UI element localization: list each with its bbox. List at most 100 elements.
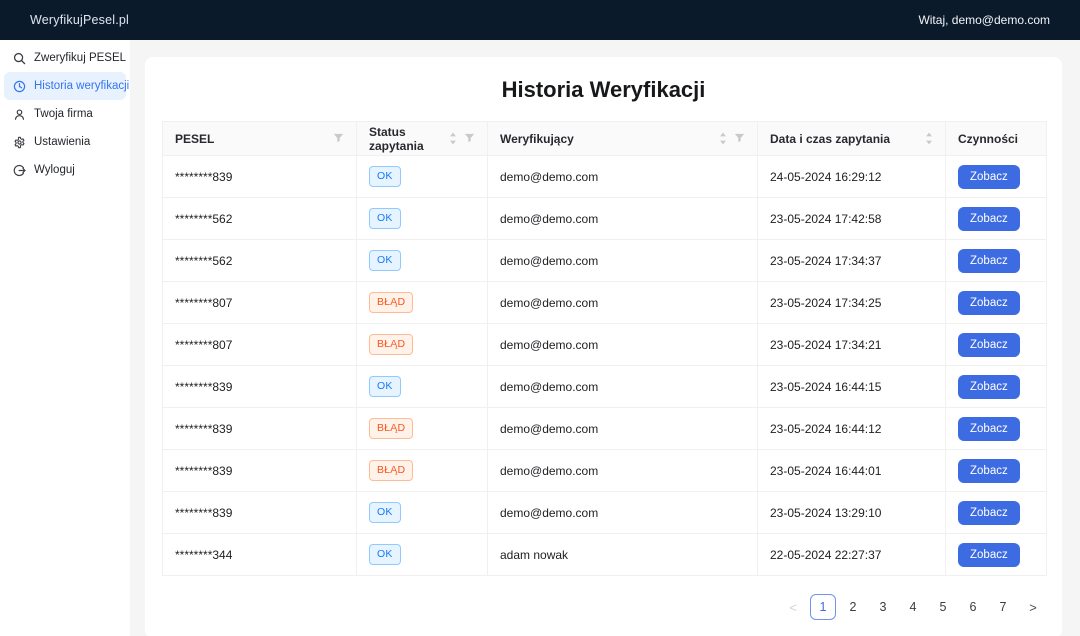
view-button[interactable]: Zobacz: [958, 417, 1020, 441]
pagination-next[interactable]: >: [1020, 594, 1046, 620]
pagination: <1234567>: [162, 594, 1046, 620]
pagination-page-4[interactable]: 4: [900, 594, 926, 620]
pagination-prev[interactable]: <: [780, 594, 806, 620]
column-label: Czynności: [958, 132, 1018, 146]
view-button[interactable]: Zobacz: [958, 291, 1020, 315]
view-button[interactable]: Zobacz: [958, 501, 1020, 525]
verifier-cell: demo@demo.com: [488, 492, 758, 534]
status-badge: OK: [369, 208, 401, 229]
column-header-icons: [719, 132, 745, 145]
company-icon: [13, 108, 26, 121]
datetime-cell: 24-05-2024 16:29:12: [758, 156, 946, 198]
verifier-cell: demo@demo.com: [488, 282, 758, 324]
status-cell: BŁĄD: [357, 450, 488, 492]
column-header-weryfikuja-cy[interactable]: Weryfikujący: [488, 122, 758, 156]
actions-cell: Zobacz: [946, 156, 1047, 198]
status-cell: OK: [357, 156, 488, 198]
sidebar: Zweryfikuj PESELHistoria weryfikacji Twoj…: [0, 40, 130, 636]
history-card: Historia Weryfikacji PESELStatus zapytan…: [145, 57, 1062, 636]
status-badge: BŁĄD: [369, 334, 413, 355]
view-button[interactable]: Zobacz: [958, 333, 1020, 357]
column-header-data-i-czas-zapytania[interactable]: Data i czas zapytania: [758, 122, 946, 156]
history-icon: [13, 80, 26, 93]
status-badge: OK: [369, 502, 401, 523]
verifier-cell: demo@demo.com: [488, 450, 758, 492]
sidebar-item-wyloguj[interactable]: Wyloguj: [4, 156, 126, 184]
verifier-cell: demo@demo.com: [488, 240, 758, 282]
settings-icon: [13, 136, 26, 149]
view-button[interactable]: Zobacz: [958, 165, 1020, 189]
table-row: ********839BŁĄDdemo@demo.com23-05-2024 1…: [163, 408, 1047, 450]
status-cell: BŁĄD: [357, 324, 488, 366]
view-button[interactable]: Zobacz: [958, 459, 1020, 483]
column-label: PESEL: [175, 132, 214, 146]
status-badge: BŁĄD: [369, 460, 413, 481]
verifier-cell: demo@demo.com: [488, 408, 758, 450]
pagination-page-6[interactable]: 6: [960, 594, 986, 620]
sort-icon[interactable]: [719, 132, 727, 145]
status-cell: OK: [357, 198, 488, 240]
status-badge: OK: [369, 544, 401, 565]
filter-icon[interactable]: [734, 133, 745, 144]
column-header-icons: [333, 133, 344, 144]
user-greeting: Witaj, demo@demo.com: [918, 13, 1050, 27]
pagination-page-3[interactable]: 3: [870, 594, 896, 620]
pagination-page-7[interactable]: 7: [990, 594, 1016, 620]
logout-icon: [13, 164, 26, 177]
table-row: ********344OKadam nowak22-05-2024 22:27:…: [163, 534, 1047, 576]
column-header-icons: [449, 132, 475, 145]
actions-cell: Zobacz: [946, 198, 1047, 240]
datetime-cell: 22-05-2024 22:27:37: [758, 534, 946, 576]
actions-cell: Zobacz: [946, 366, 1047, 408]
column-header-status-zapytania[interactable]: Status zapytania: [357, 122, 488, 156]
pagination-page-2[interactable]: 2: [840, 594, 866, 620]
view-button[interactable]: Zobacz: [958, 207, 1020, 231]
table-row: ********807BŁĄDdemo@demo.com23-05-2024 1…: [163, 324, 1047, 366]
filter-icon[interactable]: [464, 133, 475, 144]
pagination-page-1[interactable]: 1: [810, 594, 836, 620]
status-cell: BŁĄD: [357, 282, 488, 324]
pesel-cell: ********562: [163, 240, 357, 282]
verifier-cell: demo@demo.com: [488, 198, 758, 240]
actions-cell: Zobacz: [946, 240, 1047, 282]
status-badge: OK: [369, 166, 401, 187]
datetime-cell: 23-05-2024 16:44:12: [758, 408, 946, 450]
status-cell: BŁĄD: [357, 408, 488, 450]
sidebar-item-twoja-firma[interactable]: Twoja firma: [4, 100, 126, 128]
table-header-row: PESEL Status zapytania Weryfikujący Data i …: [163, 122, 1047, 156]
pesel-cell: ********839: [163, 450, 357, 492]
sidebar-item-historia-weryfikacji[interactable]: Historia weryfikacji: [4, 72, 126, 100]
brand-logo[interactable]: WeryfikujPesel.pl: [30, 13, 129, 27]
sidebar-item-label: Twoja firma: [34, 108, 93, 120]
verifier-cell: demo@demo.com: [488, 324, 758, 366]
pesel-cell: ********807: [163, 282, 357, 324]
status-badge: BŁĄD: [369, 418, 413, 439]
table-row: ********839OKdemo@demo.com24-05-2024 16:…: [163, 156, 1047, 198]
actions-cell: Zobacz: [946, 408, 1047, 450]
status-badge: BŁĄD: [369, 292, 413, 313]
pesel-cell: ********839: [163, 492, 357, 534]
view-button[interactable]: Zobacz: [958, 249, 1020, 273]
view-button[interactable]: Zobacz: [958, 375, 1020, 399]
filter-icon[interactable]: [333, 133, 344, 144]
column-label: Weryfikujący: [500, 132, 574, 146]
table-row: ********562OKdemo@demo.com23-05-2024 17:…: [163, 198, 1047, 240]
sort-icon[interactable]: [925, 132, 933, 145]
pesel-cell: ********839: [163, 156, 357, 198]
column-header-czynnosci: Czynności: [946, 122, 1047, 156]
sidebar-item-label: Wyloguj: [34, 164, 75, 176]
sidebar-item-ustawienia[interactable]: Ustawienia: [4, 128, 126, 156]
table-row: ********839BŁĄDdemo@demo.com23-05-2024 1…: [163, 450, 1047, 492]
table-row: ********562OKdemo@demo.com23-05-2024 17:…: [163, 240, 1047, 282]
actions-cell: Zobacz: [946, 450, 1047, 492]
view-button[interactable]: Zobacz: [958, 543, 1020, 567]
pagination-page-5[interactable]: 5: [930, 594, 956, 620]
column-header-pesel: PESEL: [163, 122, 357, 156]
table-row: ********839OKdemo@demo.com23-05-2024 13:…: [163, 492, 1047, 534]
verifier-cell: adam nowak: [488, 534, 758, 576]
column-label: Data i czas zapytania: [770, 132, 890, 146]
datetime-cell: 23-05-2024 17:34:21: [758, 324, 946, 366]
status-cell: OK: [357, 534, 488, 576]
sort-icon[interactable]: [449, 132, 457, 145]
sidebar-item-zweryfikuj-pesel[interactable]: Zweryfikuj PESEL: [4, 44, 126, 72]
